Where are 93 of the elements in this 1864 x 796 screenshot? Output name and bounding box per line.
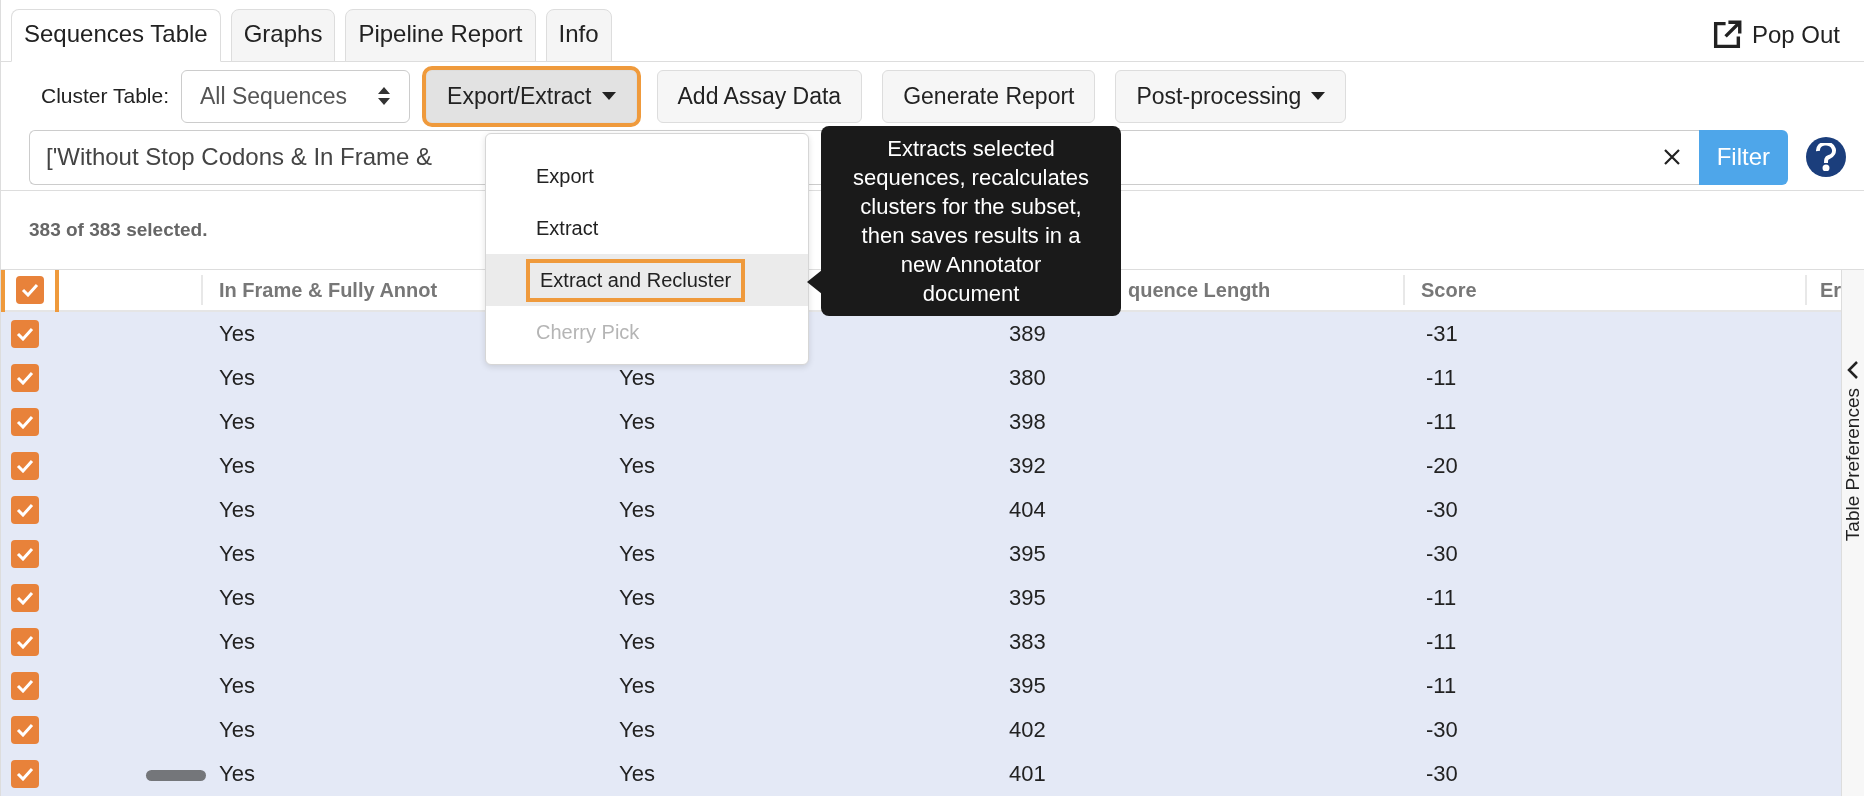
toolbar-button[interactable]: Post-processing [1115,69,1347,123]
row-checkbox[interactable] [11,672,39,700]
checkmark-icon [16,415,34,429]
table-cell: 395 [1009,541,1046,566]
table-cell: Yes [619,453,655,478]
table-cell: Yes [619,629,655,654]
table-cell: 398 [1009,409,1046,434]
clear-icon[interactable] [1662,147,1681,166]
table-cell: Yes [619,365,655,390]
checkmark-icon [16,591,34,605]
scroll-handle[interactable] [146,770,206,781]
table-cell: 401 [1009,761,1046,786]
menu-item[interactable]: Extract [486,202,808,254]
side-panel[interactable]: Table Preferences [1841,270,1864,796]
row-checkbox[interactable] [11,452,39,480]
table-cell: -11 [1426,409,1457,434]
row-checkbox[interactable] [11,496,39,524]
menu-item[interactable]: Extract and Recluster [486,254,808,306]
table-cell: 392 [1009,453,1046,478]
column-header[interactable]: Score [1421,278,1477,302]
table-cell: 380 [1009,365,1046,390]
tab[interactable]: Pipeline Report [345,9,536,62]
table-cell: Yes [219,585,255,610]
row-checkbox[interactable] [11,408,39,436]
toolbar-button[interactable]: Add Assay Data [656,69,863,123]
table-cell: -30 [1426,541,1458,566]
pop-out-button[interactable]: Pop Out [1709,17,1840,52]
row-checkbox[interactable] [11,584,39,612]
table-cell: Yes [619,585,655,610]
table-cell: Yes [219,717,255,742]
chevron-left-icon [1846,360,1860,380]
checkmark-icon [16,459,34,473]
table-cell: Yes [619,761,655,786]
checkmark-icon [16,547,34,561]
table-cell: Yes [619,409,655,434]
cluster-table-select[interactable]: All Sequences [181,69,411,123]
table-cell: -20 [1426,453,1458,478]
table-cell: -11 [1426,629,1457,654]
row-checkbox[interactable] [11,364,39,392]
table-cell: Yes [619,541,655,566]
table-cell: -31 [1426,321,1458,346]
row-checkbox[interactable] [11,628,39,656]
table-cell: 402 [1009,717,1046,742]
table-cell: Yes [219,365,255,390]
table-cell: Yes [219,409,255,434]
table-cell: -30 [1426,761,1458,786]
table-cell: -11 [1426,585,1457,610]
select-all-checkbox[interactable] [16,276,44,304]
checkmark-icon [16,371,34,385]
table-cell: Yes [219,761,255,786]
column-header[interactable]: In Frame & Fully Annot [219,278,438,302]
tab[interactable]: Graphs [230,9,336,62]
cluster-table-label: Cluster Table: [41,84,169,108]
table-cell: 383 [1009,629,1046,654]
checkmark-icon [16,679,34,693]
table-cell: 395 [1009,673,1046,698]
sort-caret-icon [377,86,392,106]
tooltip: Extracts selected sequences, recalculates clusters for the subset, then saves results in a new Annotator document [821,126,1121,317]
table-cell: Yes [619,673,655,698]
row-checkbox[interactable] [11,760,39,788]
checkmark-icon [16,723,34,737]
column-header[interactable]: quence Length [1128,278,1271,302]
checkmark-icon [16,503,34,517]
table-cell: Yes [619,717,655,742]
table-cell: Yes [219,673,255,698]
help-icon[interactable] [1806,137,1846,177]
table-cell: Yes [219,629,255,654]
table-cell: 404 [1009,497,1046,522]
caret-icon [601,92,616,100]
table-cell: 395 [1009,585,1046,610]
table-cell: Yes [619,497,655,522]
table-preferences-label[interactable]: Table Preferences [1842,388,1864,542]
table-cell: Yes [219,453,255,478]
checkmark-icon [16,327,34,341]
row-checkbox[interactable] [11,540,39,568]
table-cell: -30 [1426,717,1458,742]
checkmark-icon [21,283,39,297]
table-cell: -11 [1426,673,1457,698]
table-cell: Yes [219,541,255,566]
caret-icon [1311,92,1326,100]
tab[interactable]: Info [545,9,612,62]
toolbar-button[interactable]: Generate Report [882,69,1096,123]
checkmark-icon [16,635,34,649]
checkmark-icon [16,767,34,781]
row-checkbox[interactable] [11,320,39,348]
row-checkbox[interactable] [11,716,39,744]
table-cell: -11 [1426,365,1457,390]
table-cell: 389 [1009,321,1046,346]
table-cell: -30 [1426,497,1458,522]
column-header[interactable]: Er [1820,278,1841,302]
tab[interactable]: Sequences Table [11,9,221,62]
table-cell: Yes [219,497,255,522]
table-cell: Yes [219,321,255,346]
